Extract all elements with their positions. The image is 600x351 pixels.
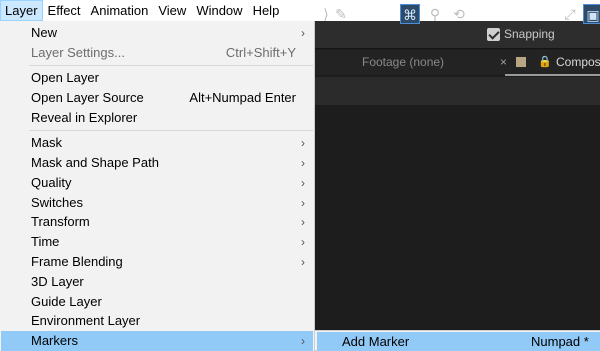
submenu-item-add-marker[interactable]: Add Marker Numpad *	[317, 332, 600, 351]
menu-item-transform[interactable]: Transform ›	[1, 212, 313, 232]
chevron-right-icon: ›	[301, 136, 305, 150]
layer-menu-dropdown: New › Layer Settings... Ctrl+Shift+Y Ope…	[0, 21, 315, 351]
comp-color-swatch	[516, 57, 526, 67]
world-axis-icon[interactable]: ⚲	[425, 4, 445, 24]
menu-bar: Layer Effect Animation View Window Help	[0, 0, 600, 21]
menu-item-frame-blending[interactable]: Frame Blending ›	[1, 252, 313, 272]
menu-item-new[interactable]: New ›	[1, 23, 313, 43]
close-icon[interactable]: ×	[500, 55, 507, 69]
viewer-header	[315, 77, 600, 105]
menu-window[interactable]: Window	[191, 0, 247, 21]
menu-separator	[29, 65, 313, 66]
menu-effect[interactable]: Effect	[43, 0, 86, 21]
tools-toolbar	[315, 21, 600, 49]
tab-composition[interactable]: Composi	[556, 55, 600, 69]
view-axis-icon[interactable]: ⟲	[449, 4, 469, 24]
menu-item-mask-and-shape-path[interactable]: Mask and Shape Path ›	[1, 153, 313, 173]
snap-target-icon[interactable]: ▣	[583, 4, 600, 24]
menu-item-markers[interactable]: Markers ›	[1, 331, 313, 351]
menu-item-time[interactable]: Time ›	[1, 232, 313, 252]
markers-submenu: Add Marker Numpad *	[314, 330, 600, 351]
menu-view[interactable]: View	[153, 0, 191, 21]
tab-footage[interactable]: Footage (none)	[362, 55, 444, 69]
menu-layer[interactable]: Layer	[0, 0, 43, 21]
chevron-right-icon: ›	[301, 255, 305, 269]
chevron-right-icon: ›	[301, 156, 305, 170]
menu-separator	[29, 130, 313, 131]
menu-item-3d-layer[interactable]: 3D Layer	[1, 272, 313, 292]
menu-item-switches[interactable]: Switches ›	[1, 193, 313, 213]
menu-item-open-layer-source[interactable]: Open Layer Source Alt+Numpad Enter	[1, 88, 313, 108]
chevron-right-icon: ›	[301, 176, 305, 190]
chevron-right-icon: ›	[301, 196, 305, 210]
menu-animation[interactable]: Animation	[86, 0, 154, 21]
active-tab-indicator	[505, 74, 600, 76]
chevron-right-icon: ›	[301, 26, 305, 40]
menu-help[interactable]: Help	[248, 0, 285, 21]
menu-item-mask[interactable]: Mask ›	[1, 133, 313, 153]
menu-item-environment-layer[interactable]: Environment Layer	[1, 311, 313, 331]
snapping-label: Snapping	[504, 27, 555, 41]
chevron-right-icon: ›	[301, 215, 305, 229]
menu-item-layer-settings[interactable]: Layer Settings... Ctrl+Shift+Y	[1, 43, 313, 63]
chevron-right-icon: ›	[301, 334, 305, 348]
menu-item-quality[interactable]: Quality ›	[1, 173, 313, 193]
lock-icon[interactable]: 🔒	[538, 55, 552, 68]
pin-tool-icon[interactable]: ✎	[331, 4, 351, 24]
menu-item-reveal-in-explorer[interactable]: Reveal in Explorer	[1, 108, 313, 128]
menu-item-guide-layer[interactable]: Guide Layer	[1, 292, 313, 312]
local-axis-icon[interactable]: ⌘	[400, 4, 420, 24]
snapping-checkbox[interactable]	[487, 28, 500, 41]
chevron-right-icon: ›	[301, 235, 305, 249]
menu-item-open-layer[interactable]: Open Layer	[1, 68, 313, 88]
snap-options-icon[interactable]: ⤢	[560, 4, 580, 24]
